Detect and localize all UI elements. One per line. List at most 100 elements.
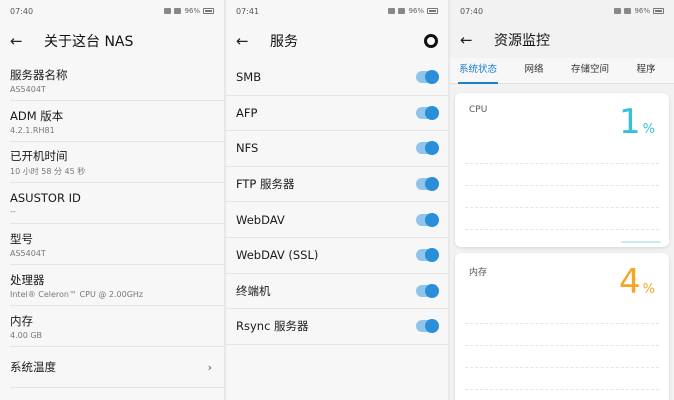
monitor-tabs: 系统状态 网络 存储空间 程序 xyxy=(450,58,674,84)
cpu-usage-unit: % xyxy=(642,122,655,137)
status-time: 07:40 xyxy=(10,6,34,16)
tab-storage[interactable]: 存储空间 xyxy=(562,61,618,83)
back-arrow-icon[interactable]: ← xyxy=(236,32,262,50)
resource-monitor-screen: 07:40 96% ← 资源监控 系统状态 网络 存储空间 程序 CPU 1 %… xyxy=(450,0,674,400)
app-bar: ← 服务 xyxy=(226,22,448,60)
notification-icon xyxy=(614,8,622,14)
info-label: 服务器名称 xyxy=(10,67,68,82)
info-item-server-name: 服务器名称 AS5404T xyxy=(10,60,224,101)
service-toggle[interactable] xyxy=(416,177,439,192)
info-value: 10 小时 58 分 45 秒 xyxy=(10,166,86,176)
service-row-afp: AFP xyxy=(226,96,448,132)
toggle-knob xyxy=(425,319,439,334)
tab-processes[interactable]: 程序 xyxy=(618,61,674,83)
service-toggle[interactable] xyxy=(416,105,439,120)
service-label: FTP 服务器 xyxy=(236,177,295,192)
toggle-knob xyxy=(425,70,439,85)
info-label: 型号 xyxy=(10,231,33,246)
status-time: 07:40 xyxy=(460,6,484,16)
page-title: 资源监控 xyxy=(494,33,550,49)
services-screen: 07:41 96% ← 服务 SMB AFP NFS FTP 服务器 WebDA… xyxy=(226,0,448,400)
info-item-memory: 内存 4.00 GB xyxy=(10,306,224,347)
signal-icon xyxy=(398,8,406,14)
about-nas-screen: 07:40 96% ← 关于这台 NAS 服务器名称 AS5404T ADM 版… xyxy=(0,0,224,400)
status-bar: 07:40 96% xyxy=(450,0,674,22)
service-row-webdav: WebDAV xyxy=(226,202,448,238)
info-item-uptime: 已开机时间 10 小时 58 分 45 秒 xyxy=(10,142,224,183)
status-time: 07:41 xyxy=(236,6,260,16)
status-bar: 07:41 96% xyxy=(226,0,448,22)
app-bar: ← 资源监控 xyxy=(450,22,674,58)
back-arrow-icon[interactable]: ← xyxy=(10,32,36,50)
info-item-processor: 处理器 Intel® Celeron™ CPU @ 2.00GHz xyxy=(10,265,224,306)
service-row-rsync: Rsync 服务器 xyxy=(226,309,448,345)
memory-label: 内存 xyxy=(469,268,488,278)
info-value: Intel® Celeron™ CPU @ 2.00GHz xyxy=(10,289,144,299)
service-label: WebDAV xyxy=(236,212,285,227)
info-value: AS5404T xyxy=(10,248,46,258)
toggle-knob xyxy=(425,141,439,156)
service-toggle[interactable] xyxy=(416,70,439,85)
service-label: 终端机 xyxy=(236,283,271,298)
tab-network[interactable]: 网络 xyxy=(506,61,562,83)
service-toggle[interactable] xyxy=(416,212,439,227)
memory-card: 内存 4 % xyxy=(455,253,669,400)
toggle-knob xyxy=(425,212,439,227)
back-arrow-icon[interactable]: ← xyxy=(460,31,486,49)
memory-usage-value: 4 xyxy=(619,262,641,302)
info-value: -- xyxy=(10,206,16,216)
chevron-right-icon: › xyxy=(207,360,212,374)
cpu-usage-line xyxy=(621,241,661,243)
notification-icon xyxy=(164,8,172,14)
cpu-card: CPU 1 % xyxy=(455,93,669,247)
battery-level: 96% xyxy=(184,7,200,15)
toggle-knob xyxy=(425,248,439,263)
app-bar: ← 关于这台 NAS xyxy=(0,22,224,60)
cpu-chart-grid xyxy=(465,163,659,241)
info-label: ADM 版本 xyxy=(10,108,64,123)
notification-icon xyxy=(388,8,396,14)
signal-icon xyxy=(624,8,632,14)
service-row-nfs: NFS xyxy=(226,131,448,167)
memory-usage: 4 % xyxy=(619,265,655,299)
service-row-ftp: FTP 服务器 xyxy=(226,167,448,203)
memory-chart-grid xyxy=(465,323,659,400)
status-icons: 96% xyxy=(164,7,214,15)
info-list: 服务器名称 AS5404T ADM 版本 4.2.1.RH81 已开机时间 10… xyxy=(0,60,224,388)
info-item-model: 型号 AS5404T xyxy=(10,224,224,265)
service-toggle[interactable] xyxy=(416,141,439,156)
service-row-webdav-ssl: WebDAV (SSL) xyxy=(226,238,448,274)
info-label: 内存 xyxy=(10,313,33,328)
service-label: SMB xyxy=(236,70,262,85)
settings-icon[interactable] xyxy=(424,34,438,48)
battery-level: 96% xyxy=(408,7,424,15)
service-label: NFS xyxy=(236,141,259,156)
info-label: ASUSTOR ID xyxy=(10,190,81,205)
info-label: 处理器 xyxy=(10,272,45,287)
info-value: 4.00 GB xyxy=(10,330,43,340)
signal-icon xyxy=(174,8,182,14)
info-value: 4.2.1.RH81 xyxy=(10,125,55,135)
service-label: AFP xyxy=(236,105,258,120)
service-label: Rsync 服务器 xyxy=(236,319,309,334)
info-item-adm-version: ADM 版本 4.2.1.RH81 xyxy=(10,101,224,142)
cpu-label: CPU xyxy=(469,105,488,115)
status-icons: 96% xyxy=(388,7,438,15)
battery-icon xyxy=(653,8,664,14)
services-list: SMB AFP NFS FTP 服务器 WebDAV WebDAV (SSL) … xyxy=(226,60,448,345)
service-row-terminal: 终端机 xyxy=(226,274,448,310)
service-toggle[interactable] xyxy=(416,319,439,334)
tab-system-status[interactable]: 系统状态 xyxy=(450,61,506,84)
service-toggle[interactable] xyxy=(416,248,439,263)
info-value: AS5404T xyxy=(10,84,46,94)
service-label: WebDAV (SSL) xyxy=(236,248,319,263)
battery-icon xyxy=(203,8,214,14)
toggle-knob xyxy=(425,105,439,120)
info-item-asustor-id: ASUSTOR ID -- xyxy=(10,183,224,224)
system-temperature-item[interactable]: 系统温度 › xyxy=(10,347,224,388)
toggle-knob xyxy=(425,177,439,192)
nav-item-label: 系统温度 xyxy=(10,360,56,374)
cpu-usage: 1 % xyxy=(619,105,655,139)
battery-level: 96% xyxy=(634,7,650,15)
service-toggle[interactable] xyxy=(416,283,439,298)
